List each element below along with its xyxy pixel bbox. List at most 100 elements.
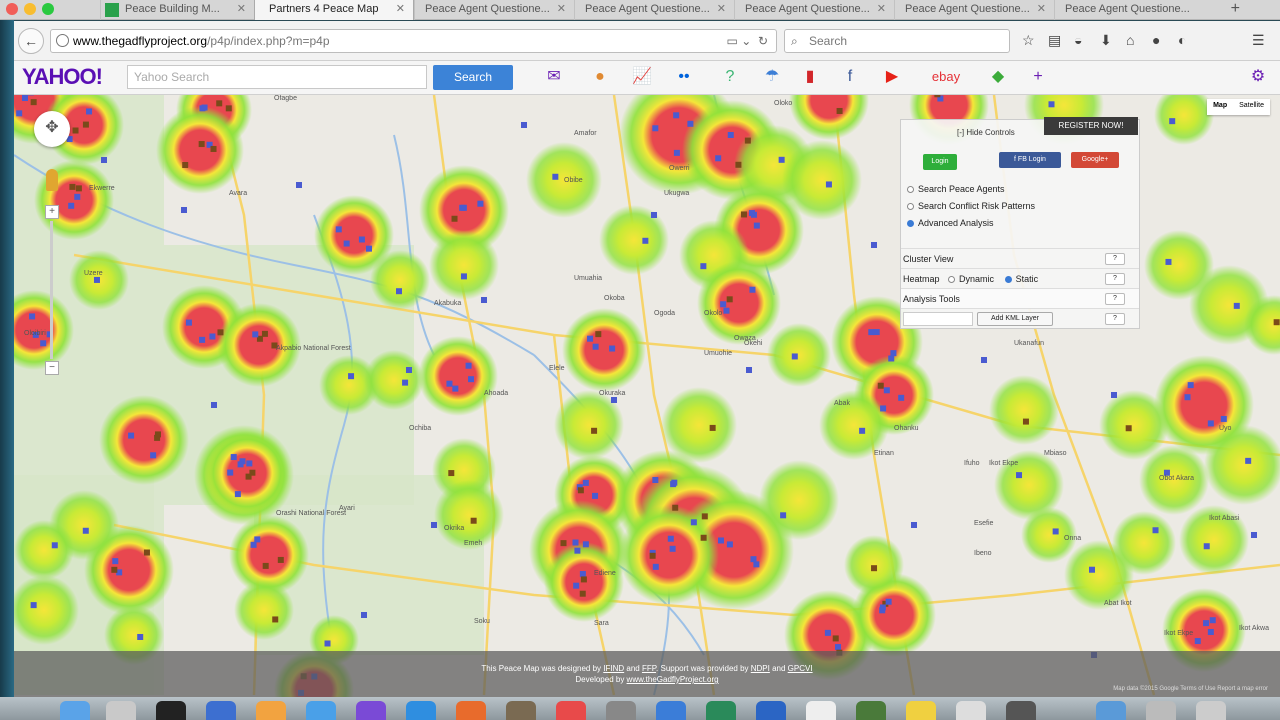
- gadfly-project-link[interactable]: www.theGadflyProject.org: [627, 675, 719, 684]
- trash-icon[interactable]: [1196, 701, 1226, 720]
- pocket-icon[interactable]: ◒: [1074, 32, 1082, 48]
- heatmap-dynamic-option[interactable]: Dynamic: [948, 274, 994, 284]
- ifind-link[interactable]: IFIND: [603, 664, 624, 673]
- tab-peace-agent-5[interactable]: Peace Agent Questione...: [1054, 0, 1214, 20]
- preview-icon[interactable]: [956, 701, 986, 720]
- zoom-window-button[interactable]: [42, 3, 54, 15]
- flickr-icon[interactable]: ••: [674, 67, 694, 87]
- ffp-link[interactable]: FFP: [642, 664, 656, 673]
- zoom-out-button[interactable]: −: [45, 361, 59, 375]
- new-tab-button[interactable]: +: [1231, 0, 1240, 18]
- notes-icon[interactable]: [906, 701, 936, 720]
- option-search-conflict-risk[interactable]: Search Conflict Risk Patterns: [907, 201, 1035, 211]
- sports-icon[interactable]: ●: [590, 67, 610, 87]
- answers-icon[interactable]: ?: [720, 67, 740, 87]
- app-store-icon[interactable]: [306, 701, 336, 720]
- facebook-login-button[interactable]: f FB Login: [999, 152, 1061, 168]
- street-view-pegman-icon[interactable]: [46, 169, 58, 191]
- help-button[interactable]: ?: [1105, 273, 1125, 285]
- minimize-window-button[interactable]: [24, 3, 36, 15]
- close-icon[interactable]: ✕: [557, 0, 566, 18]
- applications-folder-icon[interactable]: [1146, 701, 1176, 720]
- help-button[interactable]: ?: [1105, 313, 1125, 325]
- script-icon[interactable]: [506, 701, 536, 720]
- tab-peace-agent-2[interactable]: Peace Agent Questione... ✕: [574, 0, 734, 20]
- finder-icon[interactable]: [60, 701, 90, 720]
- coupon-icon[interactable]: ◆: [988, 67, 1008, 87]
- zoom-slider[interactable]: [50, 221, 53, 359]
- option-advanced-analysis[interactable]: Advanced Analysis: [907, 218, 994, 228]
- safari-icon[interactable]: [206, 701, 236, 720]
- yahoo-logo[interactable]: YAHOO!: [22, 64, 103, 90]
- finance-icon[interactable]: 📈: [632, 67, 652, 87]
- gpcvi-link[interactable]: GPCVI: [788, 664, 813, 673]
- add-icon[interactable]: +: [1028, 67, 1048, 87]
- close-icon[interactable]: ✕: [1037, 0, 1046, 18]
- settings-gear-icon[interactable]: ⚙: [1248, 67, 1268, 87]
- yahoo-search-button[interactable]: Search: [433, 65, 513, 90]
- close-icon[interactable]: ✕: [877, 0, 886, 18]
- document-icon[interactable]: [806, 701, 836, 720]
- map-attribution[interactable]: Map data ©2015 Google Terms of Use Repor…: [1113, 684, 1268, 695]
- downloads-folder-icon[interactable]: [1096, 701, 1126, 720]
- weather-icon[interactable]: ☂: [762, 67, 782, 87]
- music-icon[interactable]: [556, 701, 586, 720]
- back-button[interactable]: ←: [18, 28, 44, 54]
- google-login-button[interactable]: Google+: [1071, 152, 1119, 168]
- youtube-icon[interactable]: ▶: [882, 67, 902, 87]
- bookmark-flag-icon[interactable]: ▮: [800, 67, 820, 87]
- heatmap-static-option[interactable]: Static: [1004, 274, 1038, 284]
- browser-search-field[interactable]: ⌕ Search: [784, 29, 1010, 53]
- radio-button-selected[interactable]: [907, 220, 914, 228]
- map-type-satellite-button[interactable]: Satellite: [1233, 99, 1270, 115]
- register-now-button[interactable]: REGISTER NOW!: [1044, 117, 1138, 135]
- ndpi-link[interactable]: NDPI: [751, 664, 770, 673]
- messages-icon[interactable]: [706, 701, 736, 720]
- radio-button[interactable]: [948, 276, 956, 284]
- add-kml-layer-button[interactable]: Add KML Layer: [977, 312, 1053, 326]
- help-button[interactable]: ?: [1105, 253, 1125, 265]
- help-button[interactable]: ?: [1105, 293, 1125, 305]
- reader-icons[interactable]: ▭ ⌄ ↻: [727, 30, 768, 52]
- launchpad-icon[interactable]: [106, 701, 136, 720]
- mail-icon[interactable]: ✉: [544, 67, 564, 87]
- tab-peace-building[interactable]: Peace Building M... ✕: [100, 0, 254, 20]
- ebay-icon[interactable]: ebay: [926, 67, 966, 87]
- close-icon[interactable]: ✕: [717, 0, 726, 18]
- clock-icon[interactable]: [156, 701, 186, 720]
- radio-button[interactable]: [907, 186, 914, 194]
- url-bar[interactable]: www.thegadflyproject.org/p4p/index.php?m…: [50, 29, 777, 53]
- close-icon[interactable]: ✕: [396, 0, 405, 18]
- yahoo-search-input[interactable]: Yahoo Search: [127, 65, 427, 89]
- skype-icon[interactable]: [406, 701, 436, 720]
- tab-peace-agent-4[interactable]: Peace Agent Questione... ✕: [894, 0, 1054, 20]
- hide-controls-link[interactable]: [-] Hide Controls: [957, 128, 1015, 137]
- tab-peace-agent-3[interactable]: Peace Agent Questione... ✕: [734, 0, 894, 20]
- menu-icon[interactable]: ☰: [1252, 32, 1265, 49]
- kml-url-input[interactable]: [903, 312, 973, 326]
- utility-icon[interactable]: [606, 701, 636, 720]
- chat-icon[interactable]: ●: [1152, 32, 1160, 48]
- system-icon[interactable]: [1006, 701, 1036, 720]
- photos-icon[interactable]: [256, 701, 286, 720]
- imovie-icon[interactable]: [356, 701, 386, 720]
- peace-map[interactable]: Ofagbe Amafor Owerri Oloko Avara Ekwerre Obibe…: [14, 95, 1280, 697]
- login-button[interactable]: Login: [923, 154, 957, 170]
- close-icon[interactable]: ✕: [237, 0, 246, 18]
- close-window-button[interactable]: [6, 3, 18, 15]
- zoom-in-button[interactable]: +: [45, 205, 59, 219]
- map-type-map-button[interactable]: Map: [1207, 99, 1234, 115]
- firefox-icon[interactable]: [456, 701, 486, 720]
- mail-app-icon[interactable]: [656, 701, 686, 720]
- tab-partners-4-peace-map[interactable]: Partners 4 Peace Map ✕: [254, 0, 414, 20]
- tab-peace-agent-1[interactable]: Peace Agent Questione... ✕: [414, 0, 574, 20]
- download-icon[interactable]: ⬇: [1100, 32, 1112, 49]
- bookmark-star-icon[interactable]: ☆: [1022, 32, 1035, 49]
- pan-control[interactable]: ✥: [34, 111, 70, 147]
- option-search-peace-agents[interactable]: Search Peace Agents: [907, 184, 1005, 194]
- facebook-icon[interactable]: f: [840, 67, 860, 87]
- browser-icon[interactable]: [756, 701, 786, 720]
- reload-icon[interactable]: ↻: [758, 34, 768, 48]
- radio-button[interactable]: [907, 203, 914, 211]
- map-app-icon[interactable]: [856, 701, 886, 720]
